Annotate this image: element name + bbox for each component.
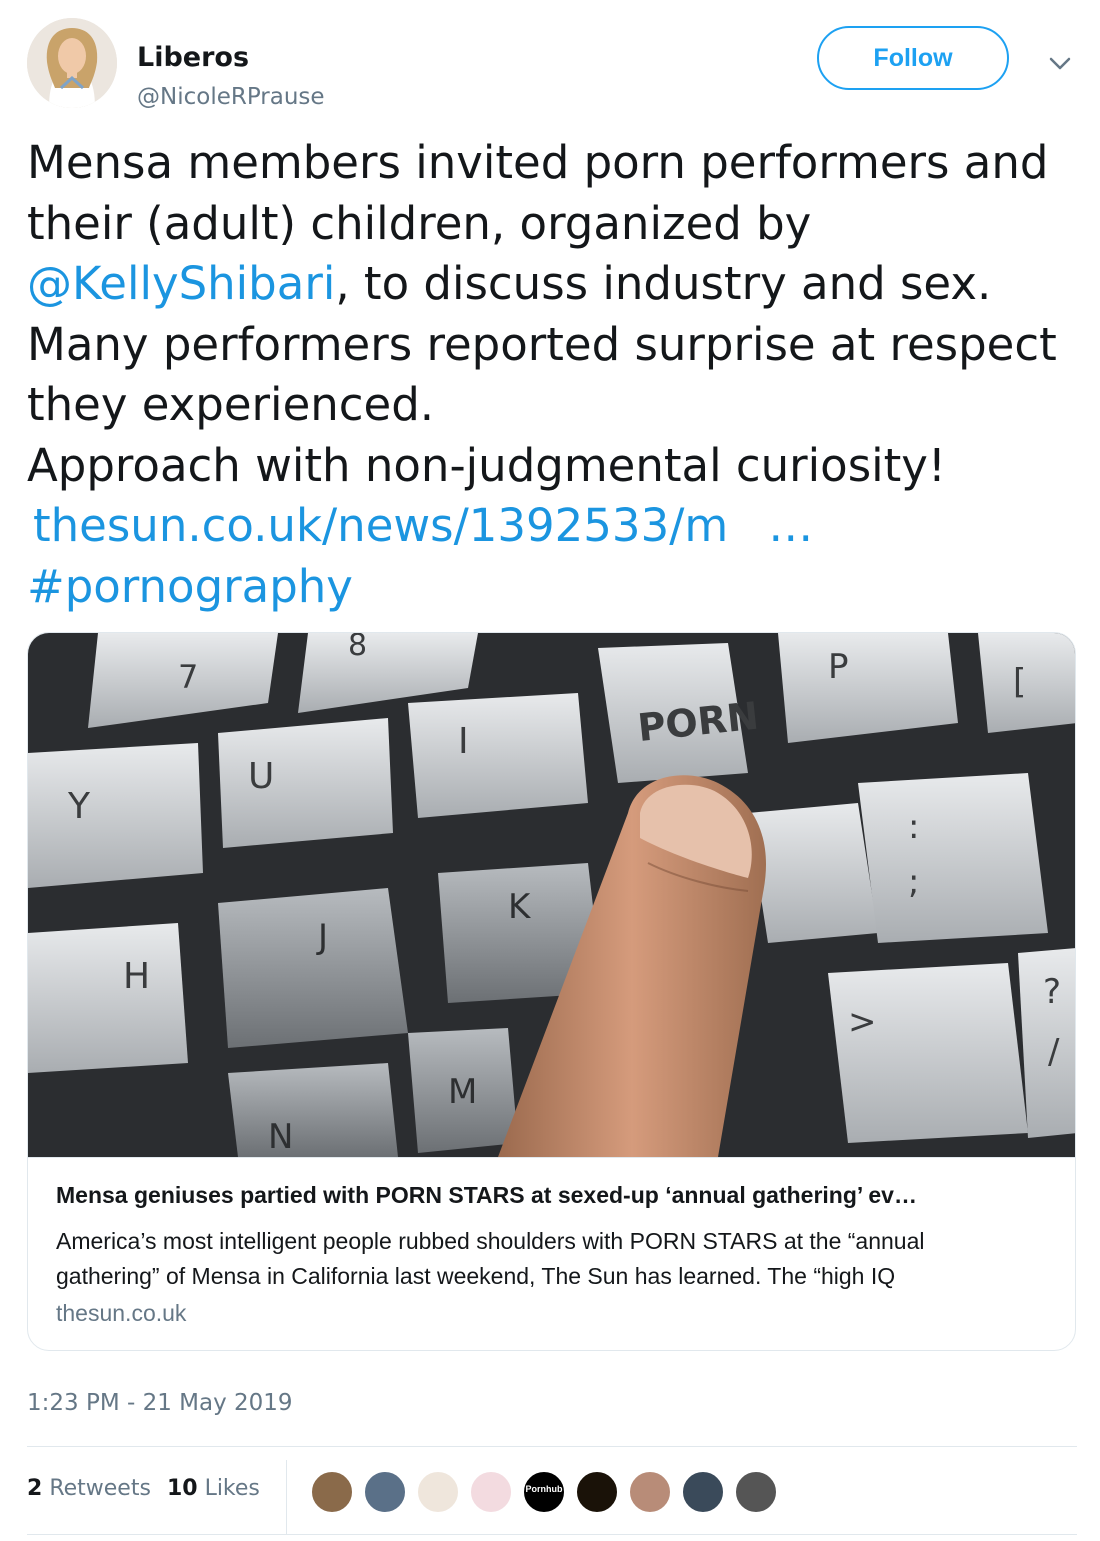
likes-count: 10 <box>166 1476 198 1501</box>
display-name[interactable]: Liberos <box>137 42 249 73</box>
card-description-line: America’s most intelligent people rubbed… <box>56 1228 925 1254</box>
tweet-line-rest: , to discuss industry and sex. <box>335 257 992 310</box>
svg-text:?: ? <box>1043 972 1061 1012</box>
chevron-down-icon[interactable] <box>1045 48 1075 78</box>
svg-text:H: H <box>123 956 150 997</box>
tweet-line: their (adult) children, organized by <box>27 196 812 250</box>
card-description: America’s most intelligent people rubbed… <box>56 1224 1056 1294</box>
user-handle[interactable]: @NicoleRPrause <box>137 84 325 110</box>
tweet-timestamp[interactable]: 1:23 PM - 21 May 2019 <box>27 1390 293 1416</box>
liker-avatar[interactable] <box>681 1470 725 1514</box>
divider <box>27 1534 1077 1535</box>
liker-avatar[interactable] <box>363 1470 407 1514</box>
tweet-text: Mensa members invited porn performers an… <box>27 133 1082 617</box>
card-domain: thesun.co.uk <box>56 1300 187 1326</box>
liker-avatar[interactable] <box>416 1470 460 1514</box>
profile-avatar[interactable] <box>27 18 117 108</box>
svg-text:I: I <box>458 721 469 762</box>
card-image[interactable]: 7 8 P [ U I PORN Y H J K M N : ; ? / > <box>28 633 1075 1157</box>
liker-avatar[interactable]: Pornhub <box>522 1470 566 1514</box>
tweet-line: Many performers reported surprise at res… <box>27 317 1057 371</box>
svg-text:J: J <box>316 917 328 957</box>
svg-text:[: [ <box>1013 662 1026 702</box>
svg-text:M: M <box>448 1072 477 1112</box>
liker-avatar[interactable] <box>734 1470 778 1514</box>
svg-text:;: ; <box>908 862 919 902</box>
tweet-line: Approach with non-judgmental curiosity! <box>27 438 946 492</box>
card-body[interactable]: Mensa geniuses partied with PORN STARS a… <box>28 1157 1075 1326</box>
tweet-line: @KellyShibari, to discuss industry and s… <box>27 254 1082 315</box>
retweets-count: 2 <box>27 1476 43 1501</box>
svg-text:U: U <box>248 756 274 797</box>
tweet-line: they experienced. <box>27 378 435 431</box>
liker-avatar[interactable] <box>469 1470 513 1514</box>
tweet-line: Mensa members invited porn performers an… <box>27 136 1049 189</box>
url-ellipsis[interactable]: … <box>768 499 813 552</box>
svg-text:Y: Y <box>67 786 91 827</box>
hashtag-link[interactable]: #pornography <box>27 557 1082 618</box>
retweets-stat[interactable]: 2 Retweets <box>27 1476 151 1501</box>
divider <box>27 1446 1077 1447</box>
card-description-line: gathering” of Mensa in California last w… <box>56 1263 896 1289</box>
link-card[interactable]: 7 8 P [ U I PORN Y H J K M N : ; ? / > M… <box>27 632 1076 1351</box>
mention-link[interactable]: @KellyShibari <box>27 257 335 310</box>
follow-button[interactable]: Follow <box>817 26 1009 90</box>
retweets-label: Retweets <box>49 1476 151 1501</box>
tweet-header: Liberos @NicoleRPrause Follow <box>27 18 1077 110</box>
url-link[interactable]: thesun.co.uk/news/1392533/m … <box>27 496 1082 557</box>
svg-text:K: K <box>508 887 532 927</box>
svg-text:/: / <box>1048 1032 1060 1072</box>
svg-text:8: 8 <box>348 633 367 663</box>
liker-avatar-label: Pornhub <box>525 1484 563 1494</box>
likes-stat[interactable]: 10 Likes <box>167 1476 260 1501</box>
svg-text:>: > <box>848 1002 877 1042</box>
svg-text:P: P <box>828 647 849 687</box>
likes-label: Likes <box>204 1476 260 1501</box>
card-title[interactable]: Mensa geniuses partied with PORN STARS a… <box>56 1182 1046 1209</box>
liker-avatar[interactable] <box>628 1470 672 1514</box>
liker-avatar[interactable] <box>575 1470 619 1514</box>
svg-text::: : <box>908 807 919 847</box>
svg-text:7: 7 <box>178 658 198 696</box>
liker-avatar[interactable] <box>310 1470 354 1514</box>
svg-text:N: N <box>268 1117 293 1157</box>
url-text[interactable]: thesun.co.uk/news/1392533/m <box>33 499 728 552</box>
stats-separator <box>286 1460 287 1535</box>
tweet-stats: 2 Retweets 10 Likes <box>27 1476 260 1501</box>
